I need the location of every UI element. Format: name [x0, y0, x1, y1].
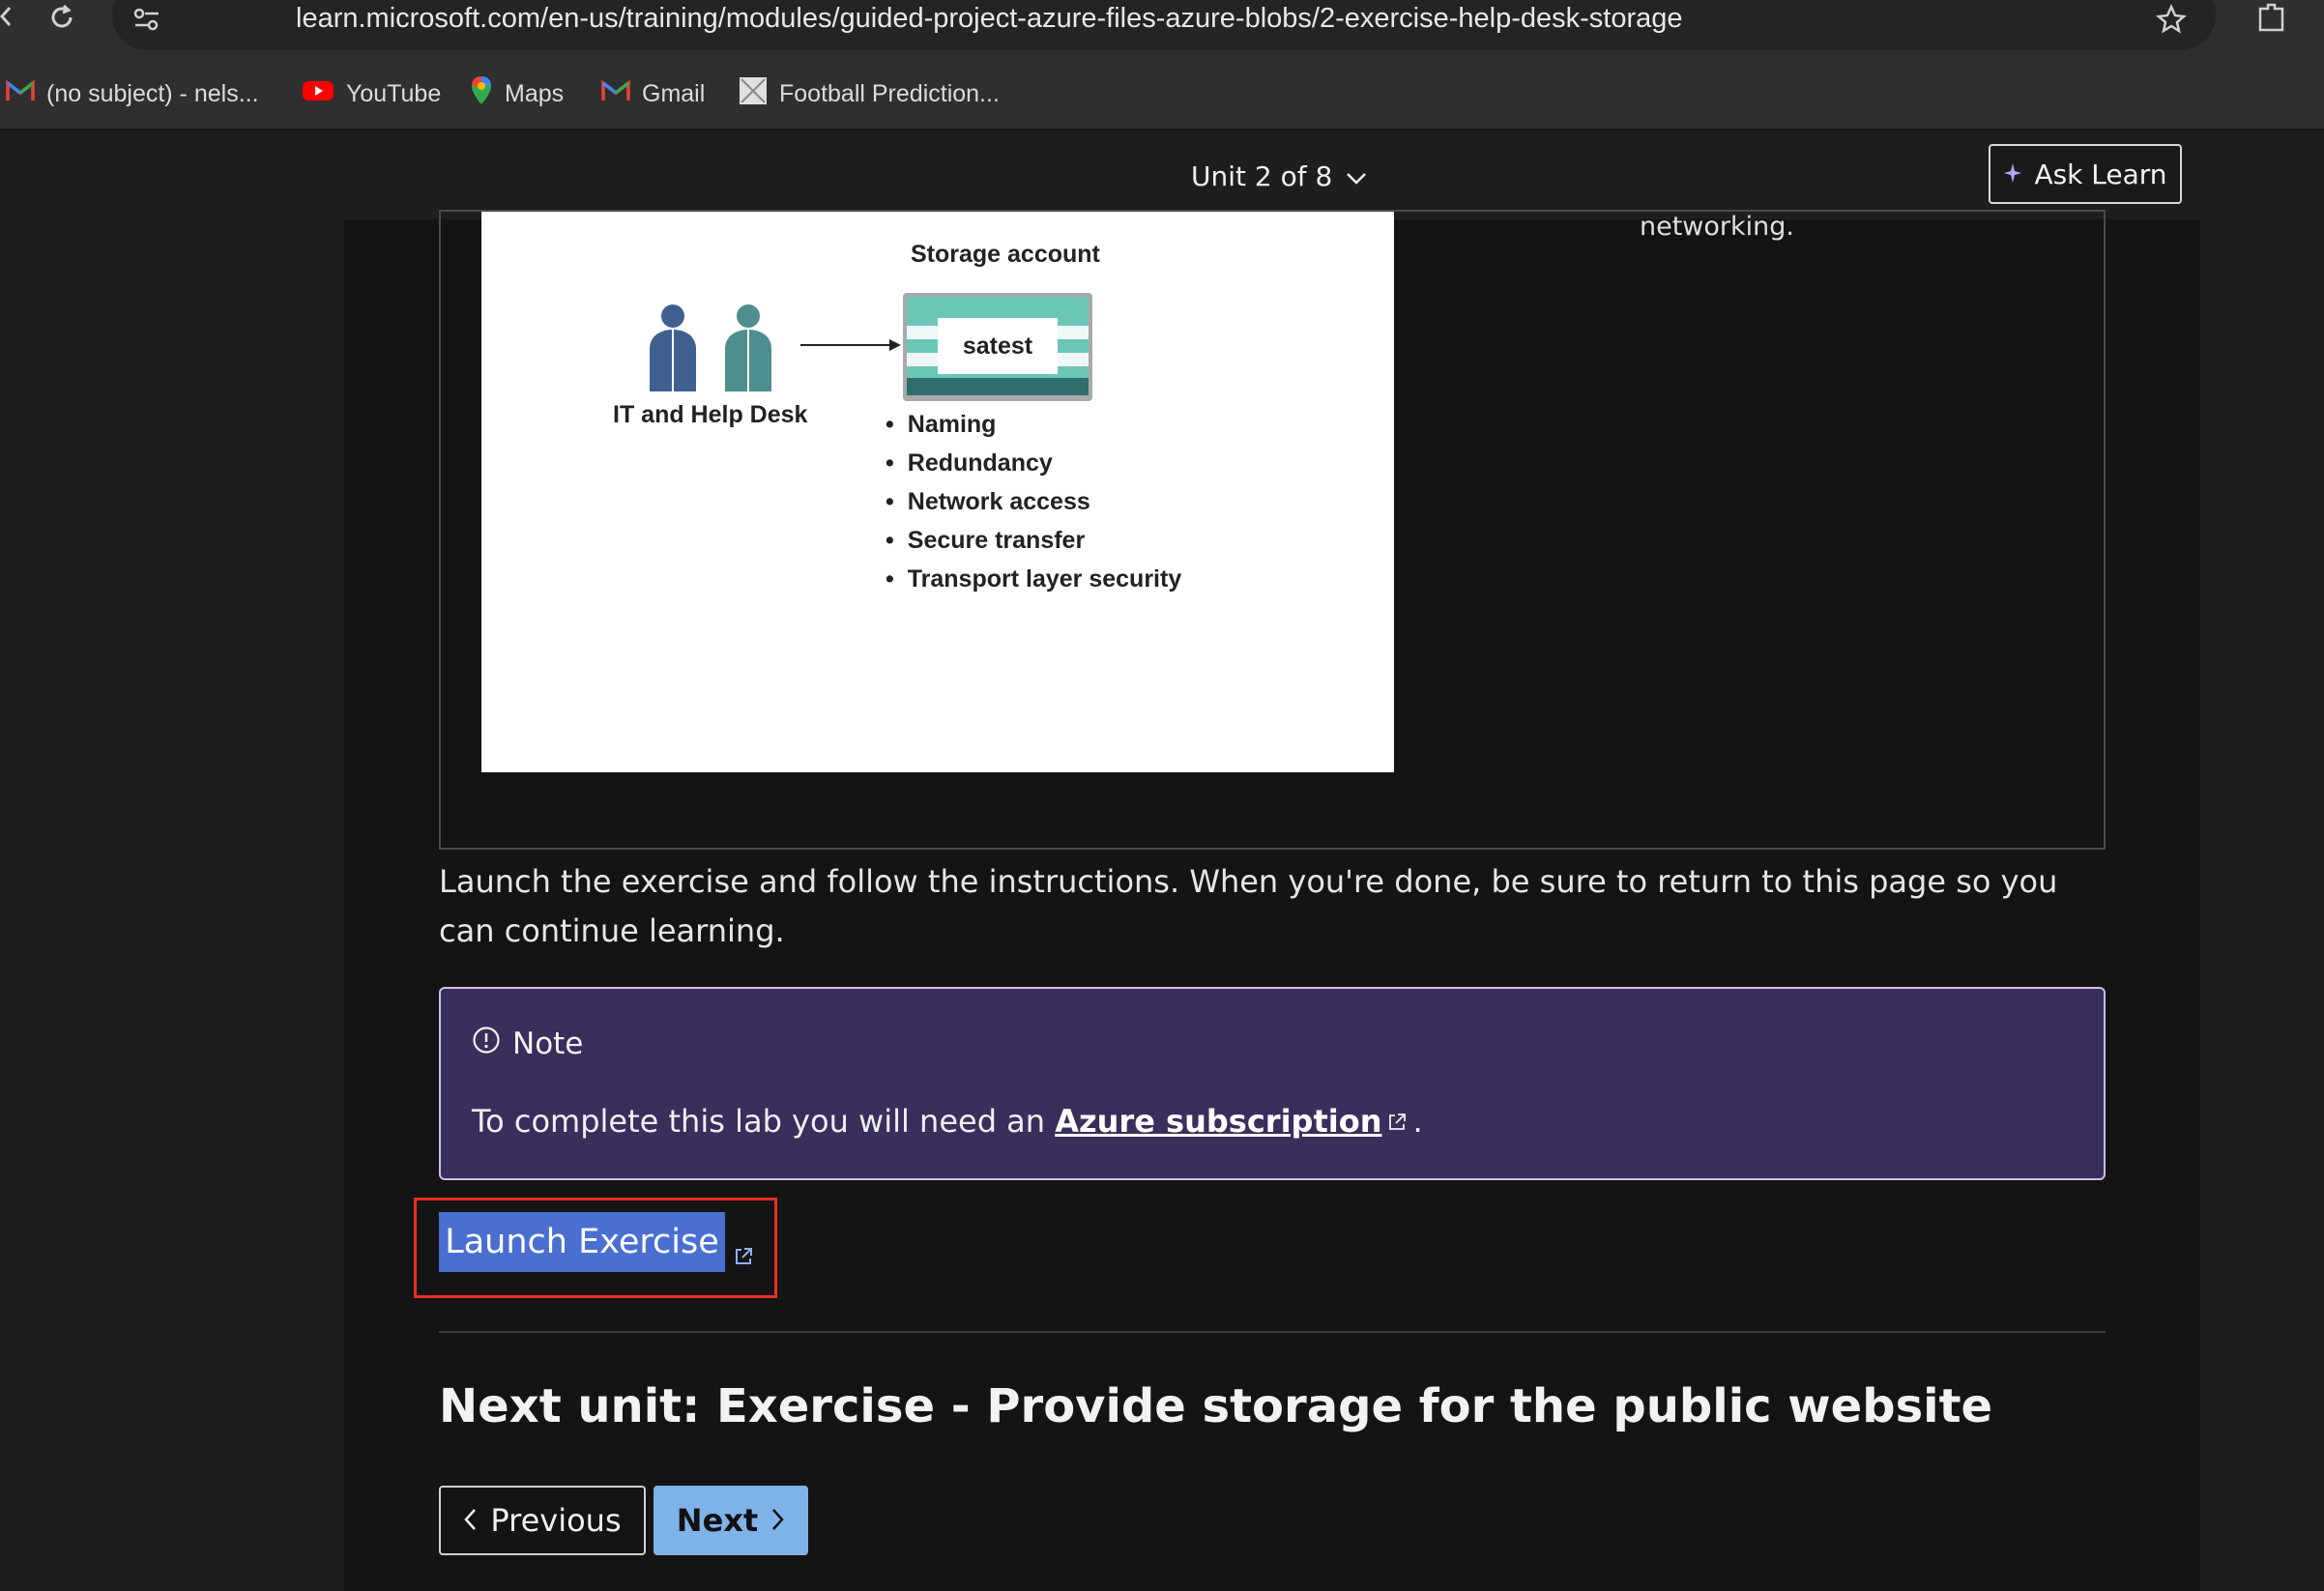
launch-exercise-button[interactable]: Launch Exercise: [439, 1212, 725, 1272]
list-item: • Naming: [886, 411, 997, 438]
reload-icon[interactable]: [43, 0, 81, 35]
feature-label: Secure transfer: [907, 527, 1086, 554]
external-link-icon: [1387, 1103, 1407, 1140]
note-callout: Note To complete this lab you will need …: [439, 987, 2106, 1180]
people-label: IT and Help Desk: [613, 401, 808, 428]
architecture-diagram: IT and Help Desk Storage account satest: [481, 212, 1394, 772]
bookmark-label: Gmail: [642, 79, 706, 107]
bookmark-gmail[interactable]: Gmail: [601, 75, 705, 112]
chevron-left-icon: [463, 1502, 477, 1539]
feature-label: Naming: [907, 411, 997, 438]
page-header: Unit 2 of 8 Ask Learn: [0, 130, 2324, 219]
list-item: • Redundancy: [886, 449, 1053, 477]
note-title-label: Note: [512, 1027, 584, 1061]
extensions-icon[interactable]: [2252, 0, 2291, 35]
section-divider: [439, 1331, 2106, 1333]
storage-title: Storage account: [911, 241, 1100, 268]
browser-toolbar: learn.microsoft.com/en-us/training/modul…: [0, 0, 2324, 130]
chevron-right-icon: [771, 1502, 785, 1539]
url-text: learn.microsoft.com/en-us/training/modul…: [296, 3, 1683, 34]
ask-learn-label: Ask Learn: [2034, 158, 2167, 190]
back-icon[interactable]: [0, 0, 14, 33]
storage-name: satest: [962, 332, 1033, 360]
bookmark-football[interactable]: Football Prediction...: [739, 75, 1000, 112]
feature-label: Network access: [907, 488, 1090, 515]
external-link-icon: [733, 1246, 754, 1271]
note-title: Note: [472, 1026, 583, 1062]
instructions-paragraph: Launch the exercise and follow the instr…: [439, 863, 2058, 949]
unit-label: Unit 2 of 8: [1191, 159, 1333, 192]
azure-subscription-link[interactable]: Azure subscription: [1055, 1103, 1381, 1140]
youtube-icon: [302, 79, 334, 109]
bookmark-youtube[interactable]: YouTube: [302, 75, 441, 112]
next-label: Next: [676, 1502, 759, 1539]
unit-selector[interactable]: Unit 2 of 8: [1191, 157, 1367, 195]
feature-label: Transport layer security: [907, 565, 1182, 593]
bookmark-label: YouTube: [346, 79, 442, 107]
list-item: • Transport layer security: [886, 565, 1182, 593]
previous-button[interactable]: Previous: [439, 1486, 646, 1555]
bookmark-star-icon[interactable]: [2152, 0, 2191, 39]
chevron-down-icon: [1346, 160, 1367, 192]
storage-account-icon: satest: [903, 293, 1092, 401]
note-body: To complete this lab you will need an Az…: [472, 1103, 1423, 1140]
info-icon: [472, 1026, 501, 1062]
maps-icon: [470, 75, 493, 113]
bookmark-maps[interactable]: Maps: [470, 75, 564, 112]
sparkle-icon: [2003, 159, 2022, 190]
bookmark-label: Football Prediction...: [779, 79, 1000, 107]
feature-label: Redundancy: [907, 449, 1053, 477]
gmail-icon: [601, 78, 630, 109]
figure-container: IT and Help Desk Storage account satest: [439, 210, 2106, 850]
bookmark-no-subject[interactable]: (no subject) - nels...: [6, 75, 259, 112]
main-content: IT and Help Desk Storage account satest: [344, 210, 2200, 1591]
bookmark-label: (no subject) - nels...: [46, 79, 259, 107]
address-bar[interactable]: learn.microsoft.com/en-us/training/modul…: [112, 0, 2216, 50]
side-text: networking.: [1640, 212, 1794, 242]
next-button[interactable]: Next: [654, 1486, 808, 1555]
list-item: • Secure transfer: [886, 527, 1086, 554]
ask-learn-button[interactable]: Ask Learn: [1989, 144, 2182, 204]
people-icon: [642, 301, 787, 398]
feature-list: • Naming • Redundancy • Network access • Sec…: [886, 411, 1181, 604]
page-icon: [739, 76, 768, 112]
next-unit-title: Next unit: Exercise - Provide storage fo…: [439, 1379, 1993, 1433]
note-suffix: .: [1412, 1103, 1423, 1140]
list-item: • Network access: [886, 488, 1090, 515]
arrow-icon: [800, 337, 903, 358]
site-info-icon[interactable]: [128, 0, 166, 39]
previous-label: Previous: [490, 1502, 622, 1539]
gmail-icon: [6, 78, 35, 109]
bookmark-label: Maps: [505, 79, 565, 107]
note-text: To complete this lab you will need an: [472, 1103, 1056, 1140]
